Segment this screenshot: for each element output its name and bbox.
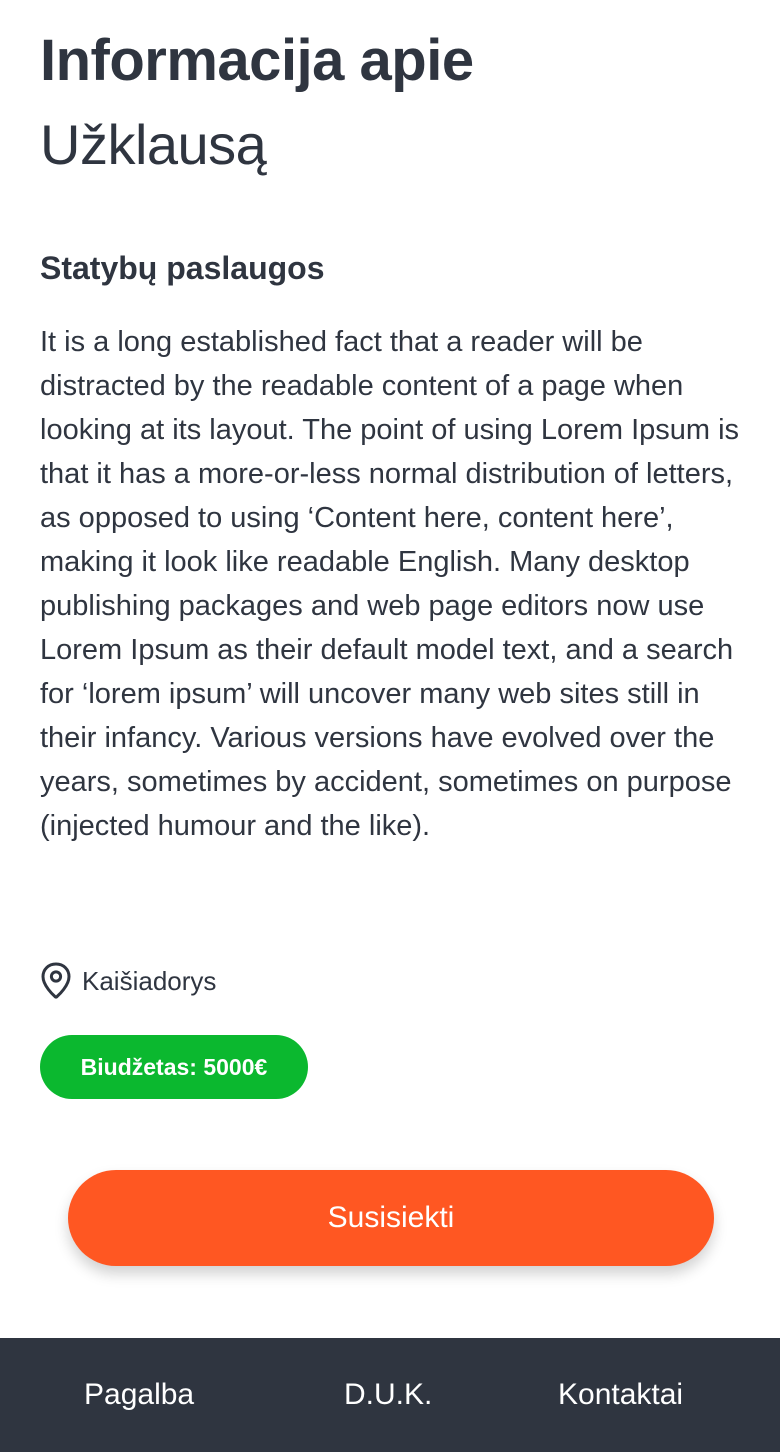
request-description: It is a long established fact that a rea…: [40, 326, 740, 842]
footer-nav: Pagalba D.U.K. Kontaktai: [0, 1338, 780, 1452]
footer-link-faq[interactable]: D.U.K.: [344, 1338, 432, 1452]
footer-link-contacts[interactable]: Kontaktai: [558, 1338, 683, 1452]
request-info-page: Informacija apie Užklausą Statybų paslau…: [0, 0, 780, 1452]
footer-link-help[interactable]: Pagalba: [84, 1338, 194, 1452]
page-subtitle: Užklausą: [40, 113, 267, 176]
location-text: Kaišiadorys: [82, 965, 217, 996]
service-category: Statybų paslaugos: [40, 250, 325, 286]
budget-badge: Biudžetas: 5000€: [40, 1035, 308, 1099]
map-pin-icon: [40, 962, 72, 1000]
contact-button[interactable]: Susisiekti: [68, 1170, 714, 1266]
page-title: Informacija apie: [40, 28, 474, 93]
location-row: Kaišiadorys: [40, 962, 216, 1000]
